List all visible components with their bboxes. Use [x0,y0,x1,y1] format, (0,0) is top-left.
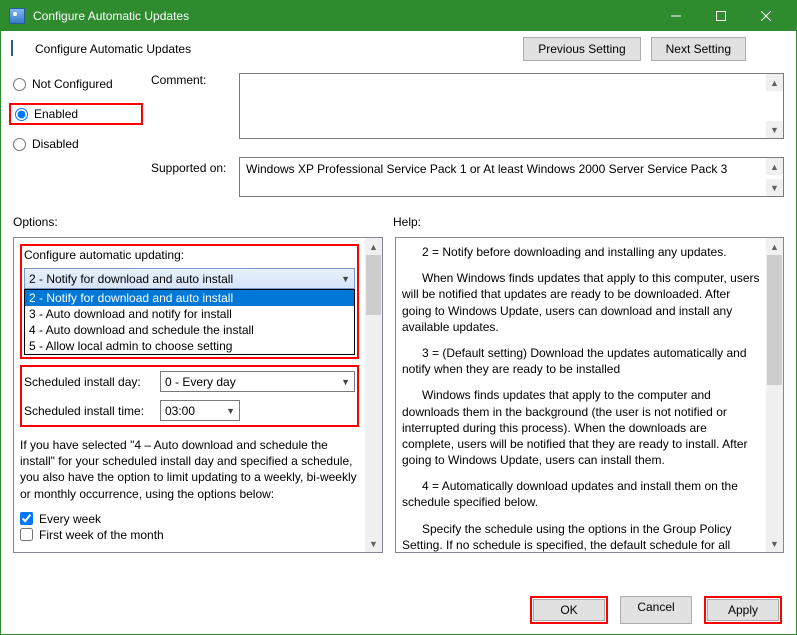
chevron-down-icon: ▼ [226,406,235,416]
comment-label: Comment: [151,73,231,87]
options-label: Options: [13,215,393,229]
combo-value: 2 - Notify for download and auto install [29,272,233,286]
cancel-button[interactable]: Cancel [620,596,692,624]
chevron-down-icon: ▼ [341,377,350,387]
sched-day-select[interactable]: 0 - Every day ▼ [160,371,355,392]
supported-value: Windows XP Professional Service Pack 1 o… [246,162,727,176]
scroll-up-icon[interactable]: ▲ [766,74,783,91]
configure-updating-label: Configure automatic updating: [24,248,355,262]
configure-updating-combo[interactable]: 2 - Notify for download and auto install… [24,268,355,289]
scroll-down-icon[interactable]: ▼ [365,535,382,552]
dropdown-item[interactable]: 3 - Auto download and notify for install [25,306,354,322]
window-title: Configure Automatic Updates [33,9,653,23]
help-text: When Windows finds updates that apply to… [402,270,760,335]
radio-label: Enabled [34,107,78,121]
scroll-down-icon[interactable]: ▼ [766,121,783,138]
close-button[interactable] [743,1,788,31]
scrollbar[interactable]: ▲ ▼ [365,238,382,552]
scrollbar-thumb[interactable] [767,255,782,385]
dropdown-item[interactable]: 5 - Allow local admin to choose setting [25,338,354,354]
previous-setting-button[interactable]: Previous Setting [523,37,640,61]
page-subtitle: Configure Automatic Updates [35,42,515,56]
help-text: Specify the schedule using the options i… [402,521,760,552]
options-pane: Configure automatic updating: 2 - Notify… [13,237,383,553]
select-value: 0 - Every day [165,375,236,389]
sched-day-label: Scheduled install day: [24,375,152,389]
help-label: Help: [393,215,784,229]
radio-not-configured[interactable]: Not Configured [13,77,143,91]
checkbox-label: Every week [39,512,101,526]
sched-time-select[interactable]: 03:00 ▼ [160,400,240,421]
next-setting-button[interactable]: Next Setting [651,37,746,61]
checkbox-label: First week of the month [39,528,164,542]
help-text: 3 = (Default setting) Download the updat… [402,345,760,377]
scroll-down-icon[interactable]: ▼ [766,179,783,196]
sched-time-label: Scheduled install time: [24,404,152,418]
scrollbar[interactable]: ▲ ▼ [766,238,783,552]
configure-updating-dropdown[interactable]: 2 - Notify for download and auto install… [24,289,355,355]
scroll-down-icon[interactable]: ▼ [766,535,783,552]
supported-on-label: Supported on: [151,157,231,175]
help-text: 4 = Automatically download updates and i… [402,478,760,510]
radio-label: Disabled [32,137,79,151]
help-text: Windows finds updates that apply to the … [402,387,760,468]
radio-label: Not Configured [32,77,113,91]
supported-on-text: Windows XP Professional Service Pack 1 o… [239,157,784,197]
dropdown-item[interactable]: 2 - Notify for download and auto install [25,290,354,306]
options-note-text: If you have selected "4 – Auto download … [20,437,359,502]
comment-textarea[interactable]: ▲ ▼ [239,73,784,139]
maximize-button[interactable] [698,1,743,31]
policy-icon [11,41,27,57]
policy-icon [9,8,25,24]
every-week-checkbox[interactable]: Every week [20,512,359,526]
scroll-up-icon[interactable]: ▲ [766,238,783,255]
dropdown-item[interactable]: 4 - Auto download and schedule the insta… [25,322,354,338]
help-pane: 2 = Notify before downloading and instal… [395,237,784,553]
help-text: 2 = Notify before downloading and instal… [402,244,760,260]
select-value: 03:00 [165,404,195,418]
titlebar[interactable]: Configure Automatic Updates [1,1,796,31]
minimize-button[interactable] [653,1,698,31]
radio-disabled[interactable]: Disabled [13,137,143,151]
apply-button[interactable]: Apply [707,599,779,621]
scroll-up-icon[interactable]: ▲ [766,158,783,175]
chevron-down-icon: ▼ [341,274,350,284]
first-week-checkbox[interactable]: First week of the month [20,528,359,542]
radio-enabled[interactable]: Enabled [15,107,137,121]
ok-button[interactable]: OK [533,599,605,621]
scrollbar-thumb[interactable] [366,255,381,315]
scroll-up-icon[interactable]: ▲ [365,238,382,255]
